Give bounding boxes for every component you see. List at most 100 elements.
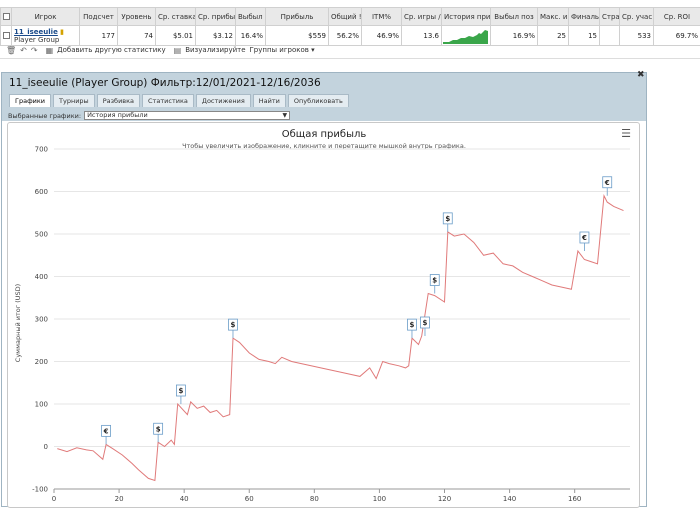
undo-icon[interactable]: ↶ [20,46,27,55]
marker-label: € [604,179,610,187]
cell-avg-players: 533 [620,26,654,46]
header-cell[interactable]: Стра [600,8,620,26]
y-tick-label: 200 [35,358,48,366]
player-group: Player Group [14,36,59,44]
chart-select[interactable]: История прибыли ▼ [84,111,290,120]
tab-tournaments[interactable]: Турниры [53,94,95,107]
tab-find[interactable]: Найти [253,94,286,107]
player-groups-dropdown[interactable]: Группы игроков ▾ [250,46,315,54]
header-cell[interactable]: Уровень [118,8,156,26]
table-toolbar: 🗑 ↶ ↷ ▦ Добавить другую статистику ▤ Виз… [6,44,315,56]
cell-avg-games: 13.6 [402,26,442,46]
cell-level: 74 [118,26,156,46]
header-cell[interactable]: Игрок [12,8,80,26]
player-cell: 11_iseeulie ▮ Player Group [12,26,80,46]
y-tick-label: 400 [35,273,48,281]
visualize-icon: ▤ [174,46,182,55]
marker-label: € [581,234,587,242]
dialog-tabs: Графики Турниры Разбивка Статистика Дост… [9,94,349,107]
marker-label: $ [432,277,437,285]
row-select-cell[interactable] [1,26,12,46]
profit-sparkline-cell[interactable] [442,26,491,46]
x-tick-label: 80 [310,495,319,503]
marker-label: € [103,427,109,435]
x-tick-label: 40 [180,495,189,503]
x-tick-label: 20 [115,495,124,503]
add-stats-link[interactable]: Добавить другую статистику [57,46,166,54]
header-cell[interactable]: Ср. игры / [402,8,442,26]
cell-profit: $559 [266,26,329,46]
divider [0,58,700,59]
marker-label: $ [445,215,450,223]
chart-selector-row: Выбранные графики: История прибыли ▼ [8,111,290,120]
chart-selector-label: Выбранные графики: [8,112,81,120]
select-all-checkbox[interactable] [3,13,10,20]
header-select-all[interactable] [1,8,12,26]
profit-chart[interactable]: Общая прибыль Чтобы увеличить изображени… [8,123,640,508]
tab-charts[interactable]: Графики [9,94,51,107]
y-axis-ticks: -100 0 100 200 300 400 500 600 700 [32,146,48,494]
cell-avg-profit: $3.12 [196,26,236,46]
header-cell[interactable]: Финальн [569,8,600,26]
chart-select-value: История прибыли [87,111,148,119]
row-checkbox[interactable] [3,32,10,39]
chevron-down-icon: ▼ [282,112,287,119]
x-tick-label: 60 [245,495,254,503]
header-cell[interactable]: ITM% [362,8,402,26]
header-cell[interactable]: Ср. учас [620,8,654,26]
grid-lines [54,149,630,489]
cell-late-out: 16.9% [491,26,538,46]
y-tick-label: 700 [35,146,48,154]
header-cell[interactable]: Подсчет [80,8,118,26]
close-icon[interactable]: ✖ [637,70,645,80]
profit-sparkline [443,28,488,44]
marker-label: $ [410,321,415,329]
cell-final: 15 [569,26,600,46]
header-cell[interactable]: Прибыль [266,8,329,26]
header-cell[interactable]: Выбыл поз [491,8,538,26]
cell-early-out: 16.4% [236,26,266,46]
tab-achievements[interactable]: Достижения [196,94,251,107]
cell-total: 56.2% [329,26,362,46]
visualize-link[interactable]: Визуализируйте [185,46,245,54]
tab-publish[interactable]: Опубликовать [288,94,349,107]
y-tick-label: 600 [35,188,48,196]
header-cell[interactable]: Макс. и [538,8,569,26]
tab-statistics[interactable]: Статистика [142,94,194,107]
marker-label: $ [231,321,236,329]
y-tick-label: 300 [35,316,48,324]
marker-label: $ [423,319,428,327]
chart-container[interactable]: Общая прибыль Чтобы увеличить изображени… [7,122,640,508]
marker-label: $ [178,387,183,395]
player-groups-label: Группы игроков [250,46,309,54]
header-cell[interactable]: Ср. ставка [156,8,196,26]
table-header-row: Игрок Подсчет Уровень Ср. ставка Ср. при… [1,8,700,26]
y-tick-label: 500 [35,231,48,239]
y-tick-label: 0 [44,443,48,451]
x-axis-ticks: 020406080100120140160 [52,489,630,503]
header-cell[interactable]: Ср. прибыл [196,8,236,26]
x-tick-label: 160 [568,495,581,503]
trash-icon[interactable]: 🗑 [6,46,16,55]
player-stats-dialog: 11_iseeulie (Player Group) Фильтр:12/01/… [1,72,647,507]
header-cell[interactable]: Ср. ROI [654,8,700,26]
y-tick-label: 100 [35,401,48,409]
y-axis-label: Суммарный итог (USD) [14,284,22,362]
header-cell[interactable]: Выбыл ра [236,8,266,26]
cell-country [600,26,620,46]
chart-title: Общая прибыль [282,129,367,140]
stats-table: Игрок Подсчет Уровень Ср. ставка Ср. при… [0,7,700,46]
marker-label: $ [156,425,161,433]
menu-icon[interactable]: ☰ [621,127,631,140]
header-cell[interactable]: История при [442,8,491,26]
add-stats-icon: ▦ [46,46,54,55]
tab-breakdown[interactable]: Разбивка [97,94,140,107]
cell-avg-roi: 69.7% [654,26,700,46]
player-name-link[interactable]: 11_iseeulie [14,28,58,36]
header-cell[interactable]: Общий ! [329,8,362,26]
redo-icon[interactable]: ↷ [31,46,38,55]
trophy-icon: ▮ [60,28,64,36]
y-tick-label: -100 [32,486,48,494]
x-tick-label: 120 [438,495,451,503]
profit-line [57,196,623,481]
